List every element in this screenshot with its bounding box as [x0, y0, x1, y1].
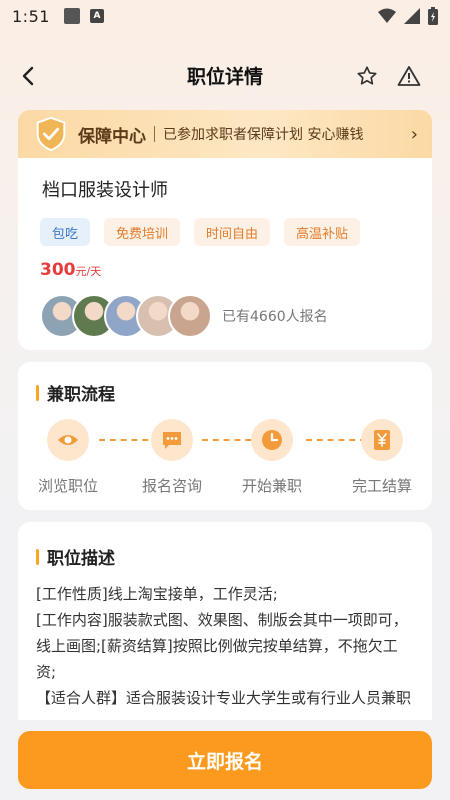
signal-icon	[404, 8, 420, 24]
tag: 包吃	[40, 218, 91, 246]
process-title: 兼职流程	[47, 385, 115, 405]
back-button[interactable]	[14, 62, 42, 90]
step-settle: 完工结算	[332, 419, 432, 496]
tag: 时间自由	[194, 218, 271, 246]
description-text: [工作性质]线上淘宝接单，工作灵活; [工作内容]服装款式图、效果图、制版会其中…	[36, 581, 414, 711]
battery-icon	[428, 7, 438, 25]
description-card: 职位描述 [工作性质]线上淘宝接单，工作灵活; [工作内容]服装款式图、效果图、…	[18, 522, 432, 720]
applicant-count: 已有4660人报名	[222, 309, 328, 325]
step-start: 开始兼职	[222, 419, 322, 496]
back-arrow-icon	[22, 66, 34, 86]
description-line: [工作性质]线上淘宝接单，工作灵活;	[36, 585, 278, 603]
description-line: [工作内容]服装款式图、效果图、制版会其中一项即可，线上画图;[薪资结算]按照比…	[36, 611, 408, 681]
description-line: 【适合人群】适合服装设计专业大学生或有行业人员兼职	[36, 689, 412, 707]
chevron-right-icon: ›	[410, 123, 418, 145]
job-tags: 包吃 免费培训 时间自由 高温补贴	[40, 218, 410, 246]
process-card: 兼职流程 浏览职位 报名咨询 开始兼职 完工结算	[18, 362, 432, 510]
section-bar	[36, 548, 39, 565]
star-icon	[357, 66, 377, 85]
section-title: 兼职流程	[36, 380, 414, 405]
step-label: 完工结算	[351, 477, 412, 495]
guarantee-description: 已参加求职者保障计划 安心赚钱	[163, 127, 364, 143]
report-button[interactable]	[394, 61, 424, 91]
applicants-row: 已有4660人报名	[40, 294, 410, 338]
a-badge-icon: A	[89, 9, 104, 23]
step-browse: 浏览职位	[18, 419, 118, 496]
guarantee-banner[interactable]: 保障中心 已参加求职者保障计划 安心赚钱 ›	[18, 110, 432, 158]
clock-icon	[262, 430, 282, 450]
step-label: 开始兼职	[241, 477, 302, 495]
apply-button[interactable]: 立即报名	[18, 731, 432, 789]
eye-icon	[58, 435, 78, 445]
chat-icon	[163, 432, 181, 449]
step-label: 报名咨询	[141, 477, 202, 495]
wifi-icon	[378, 8, 396, 23]
header: 职位详情	[0, 50, 450, 100]
yuan-icon	[374, 430, 390, 450]
salary: 300元/天	[40, 260, 410, 280]
avatar-group	[40, 294, 212, 338]
job-card: 档口服装设计师 包吃 免费培训 时间自由 高温补贴 300元/天 已有4660人…	[18, 158, 432, 350]
avatar	[168, 294, 212, 338]
section-bar	[36, 384, 39, 401]
step-icon-circle	[251, 419, 293, 461]
shield-icon	[36, 116, 66, 152]
step-icon-circle	[361, 419, 403, 461]
job-title: 档口服装设计师	[42, 180, 168, 201]
page-title: 职位详情	[186, 65, 263, 88]
guarantee-title: 保障中心	[78, 126, 146, 147]
status-time: 1:51	[12, 6, 50, 26]
step-icon-circle	[47, 419, 89, 461]
warning-icon	[397, 66, 421, 86]
favorite-button[interactable]	[352, 61, 382, 91]
step-icon-circle	[151, 419, 193, 461]
salary-amount: 300	[40, 260, 76, 280]
status-bar: 1:51 A	[0, 0, 450, 32]
salary-unit: 元/天	[75, 265, 102, 278]
step-consult: 报名咨询	[122, 419, 222, 496]
description-title: 职位描述	[47, 549, 115, 569]
notification-square-icon	[63, 8, 80, 24]
tag: 免费培训	[104, 218, 181, 246]
tag: 高温补贴	[284, 218, 361, 246]
guarantee-divider	[154, 126, 155, 142]
section-title: 职位描述	[36, 544, 414, 569]
step-label: 浏览职位	[37, 477, 98, 495]
process-steps: 浏览职位 报名咨询 开始兼职 完工结算	[36, 419, 414, 499]
